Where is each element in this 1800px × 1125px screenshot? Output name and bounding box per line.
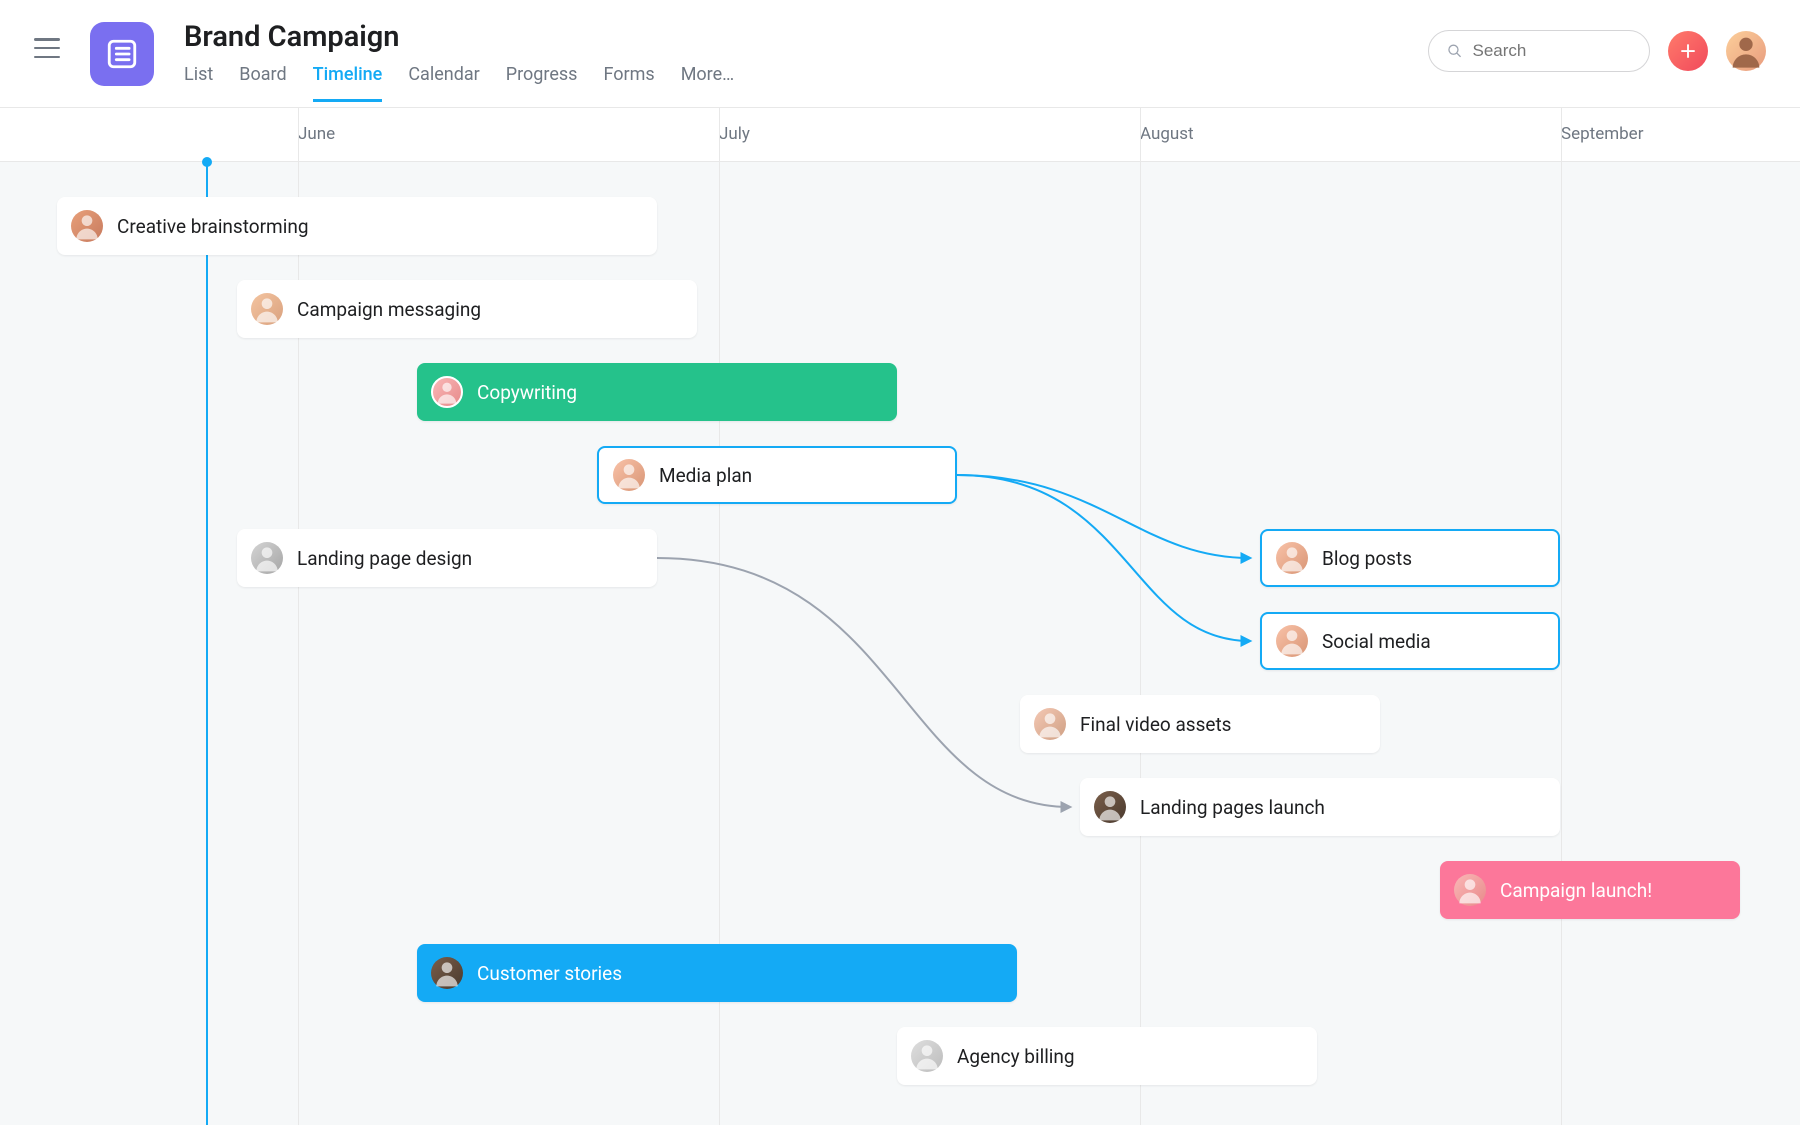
task-blog-posts[interactable]: Blog posts (1260, 529, 1560, 587)
person-icon (1034, 708, 1066, 740)
assignee-avatar[interactable] (431, 376, 463, 408)
search-icon (1447, 42, 1463, 60)
person-icon (1094, 791, 1126, 823)
tab-more[interactable]: More… (681, 64, 735, 102)
task-label: Creative brainstorming (117, 215, 308, 238)
tab-forms[interactable]: Forms (603, 64, 654, 102)
person-icon (251, 542, 283, 574)
month-gridline (1561, 108, 1562, 162)
assignee-avatar[interactable] (431, 957, 463, 989)
month-label: June (298, 124, 335, 144)
project-meta: Brand Campaign List Board Timeline Calen… (184, 20, 1428, 102)
assignee-avatar[interactable] (1454, 874, 1486, 906)
dependency-arrow (957, 475, 1250, 641)
task-label: Final video assets (1080, 713, 1232, 736)
timeline-months-header: June July August September (0, 108, 1800, 162)
task-label: Copywriting (477, 381, 577, 404)
task-landing-pages-launch[interactable]: Landing pages launch (1080, 778, 1560, 836)
task-customer-stories[interactable]: Customer stories (417, 944, 1017, 1002)
assignee-avatar[interactable] (1034, 708, 1066, 740)
assignee-avatar[interactable] (1276, 542, 1308, 574)
task-label: Media plan (659, 464, 752, 487)
timeline-body[interactable]: Creative brainstorming Campaign messaging… (0, 162, 1800, 1125)
assignee-avatar[interactable] (251, 542, 283, 574)
person-icon (433, 378, 461, 406)
project-title: Brand Campaign (184, 20, 1428, 54)
task-social-media[interactable]: Social media (1260, 612, 1560, 670)
assignee-avatar[interactable] (251, 293, 283, 325)
tab-calendar[interactable]: Calendar (408, 64, 479, 102)
person-icon (431, 957, 463, 989)
task-label: Blog posts (1322, 547, 1412, 570)
search-input[interactable] (1473, 41, 1632, 61)
menu-icon[interactable] (34, 38, 60, 58)
tab-timeline[interactable]: Timeline (313, 64, 383, 102)
person-icon (1454, 874, 1486, 906)
list-icon (105, 37, 139, 71)
month-gridline (719, 108, 720, 162)
person-icon (1276, 625, 1308, 657)
assignee-avatar[interactable] (911, 1040, 943, 1072)
header-actions (1428, 30, 1766, 72)
view-tabs: List Board Timeline Calendar Progress Fo… (184, 64, 1428, 102)
task-label: Campaign launch! (1500, 879, 1652, 902)
tab-progress[interactable]: Progress (506, 64, 578, 102)
plus-icon (1679, 42, 1697, 60)
assignee-avatar[interactable] (1276, 625, 1308, 657)
task-label: Agency billing (957, 1045, 1075, 1068)
month-gridline (298, 108, 299, 162)
assignee-avatar[interactable] (71, 210, 103, 242)
task-label: Landing pages launch (1140, 796, 1325, 819)
user-avatar[interactable] (1726, 31, 1766, 71)
person-icon (911, 1040, 943, 1072)
person-icon (1726, 31, 1766, 71)
today-indicator (206, 162, 208, 1125)
today-dot-icon (202, 157, 212, 167)
person-icon (613, 459, 645, 491)
month-label: August (1140, 124, 1194, 144)
project-icon[interactable] (90, 22, 154, 86)
task-final-video-assets[interactable]: Final video assets (1020, 695, 1380, 753)
task-agency-billing[interactable]: Agency billing (897, 1027, 1317, 1085)
task-campaign-launch[interactable]: Campaign launch! (1440, 861, 1740, 919)
person-icon (71, 210, 103, 242)
task-media-plan[interactable]: Media plan (597, 446, 957, 504)
month-gridline (1140, 108, 1141, 162)
dependency-arrow (957, 475, 1250, 558)
task-creative-brainstorming[interactable]: Creative brainstorming (57, 197, 657, 255)
add-button[interactable] (1668, 31, 1708, 71)
app-header: Brand Campaign List Board Timeline Calen… (0, 0, 1800, 108)
month-gridline (1561, 162, 1562, 1125)
task-copywriting[interactable]: Copywriting (417, 363, 897, 421)
person-icon (251, 293, 283, 325)
assignee-avatar[interactable] (1094, 791, 1126, 823)
tab-board[interactable]: Board (239, 64, 286, 102)
person-icon (1276, 542, 1308, 574)
task-landing-page-design[interactable]: Landing page design (237, 529, 657, 587)
task-campaign-messaging[interactable]: Campaign messaging (237, 280, 697, 338)
task-label: Landing page design (297, 547, 472, 570)
task-label: Campaign messaging (297, 298, 481, 321)
search-box[interactable] (1428, 30, 1650, 72)
assignee-avatar[interactable] (613, 459, 645, 491)
month-label: July (719, 124, 750, 144)
task-label: Social media (1322, 630, 1431, 653)
month-gridline (1140, 162, 1141, 1125)
tab-list[interactable]: List (184, 64, 213, 102)
task-label: Customer stories (477, 962, 622, 985)
month-label: September (1561, 124, 1643, 144)
